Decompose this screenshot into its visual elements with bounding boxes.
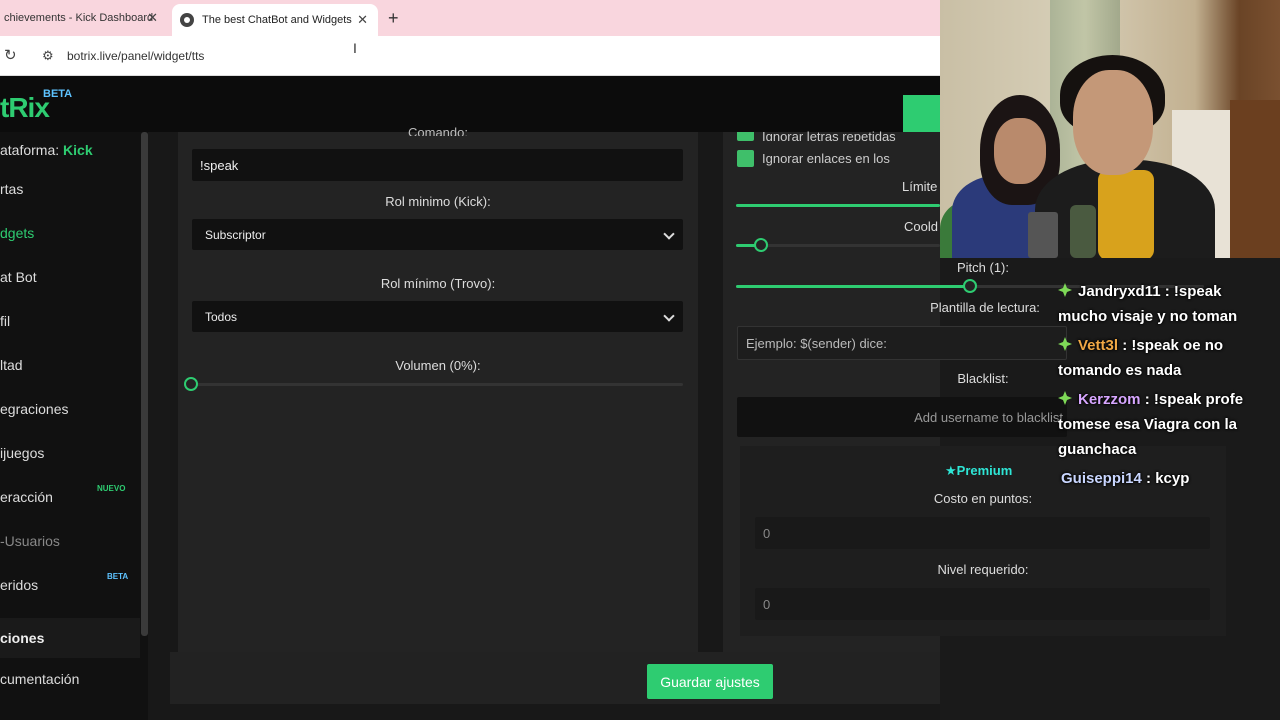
chat-username: Vett3l xyxy=(1078,337,1119,354)
blacklist-label: Blacklist: xyxy=(957,371,1009,386)
chat-message: Vett3l : !speak oe no xyxy=(1058,337,1223,354)
sidebar-item-widgets[interactable]: dgets xyxy=(0,225,34,241)
header-action-button[interactable] xyxy=(903,95,940,135)
tab-title: chievements - Kick Dashboard xyxy=(4,12,154,24)
cooldown-slider[interactable] xyxy=(736,238,940,252)
premium-heading: ★Premium xyxy=(945,463,1012,479)
sidebar-item-integraciones[interactable]: egraciones xyxy=(0,401,69,417)
limit-slider-fill xyxy=(736,204,940,207)
url-field[interactable]: botrix.live/panel/widget/tts xyxy=(67,49,204,63)
kick-role-select[interactable]: Subscriptor xyxy=(192,219,683,250)
kick-diamond-icon xyxy=(1058,337,1072,351)
botrix-favicon-icon xyxy=(180,13,194,27)
chat-username: Jandryxd11 xyxy=(1078,283,1161,300)
chat-message-cont: tomando es nada xyxy=(1058,362,1182,379)
logo[interactable]: tRix xyxy=(0,92,50,124)
sidebar-item-referidos[interactable]: eridos xyxy=(0,577,38,593)
chat-username: Kerzzom xyxy=(1078,391,1141,408)
close-icon[interactable]: ✕ xyxy=(147,10,158,26)
chat-message: Jandryxd11 : !speak xyxy=(1058,283,1221,300)
pitch-slider-fill xyxy=(736,285,970,288)
sidebar-item-moderacion[interactable]: eracción xyxy=(0,489,53,505)
star-icon: ★ xyxy=(945,463,957,478)
chat-message: Guiseppi14 : kcyp xyxy=(1061,470,1190,487)
text-cursor-icon: I xyxy=(353,40,357,56)
volume-label: Volumen (0%): xyxy=(395,358,481,373)
save-button[interactable]: Guardar ajustes xyxy=(647,664,773,699)
ignore-links-checkbox[interactable] xyxy=(737,150,754,167)
sidebar-item-minijuegos[interactable]: ijuegos xyxy=(0,445,44,461)
sidebar-section-opciones: ciones xyxy=(0,630,45,646)
premium-label: Premium xyxy=(956,463,1013,478)
tab-kick-dashboard[interactable]: chievements - Kick Dashboard ✕ xyxy=(0,0,170,36)
sidebar-item-perfil[interactable]: fil xyxy=(0,313,10,329)
limit-slider[interactable] xyxy=(736,204,940,207)
sidebar-item-chat-bot[interactable]: at Bot xyxy=(0,269,37,285)
sidebar-item-alertas[interactable]: rtas xyxy=(0,181,23,197)
chat-message-cont: guanchaca xyxy=(1058,441,1137,458)
plus-icon[interactable]: + xyxy=(388,8,399,29)
trovo-role-select[interactable]: Todos xyxy=(192,301,683,332)
platform-value: Kick xyxy=(63,142,93,158)
sidebar-item-usuarios[interactable]: -Usuarios xyxy=(0,533,60,549)
pitch-slider-thumb[interactable] xyxy=(963,279,977,293)
address-bar: ↻ ⚙ botrix.live/panel/widget/tts xyxy=(0,36,940,76)
template-label: Plantilla de lectura: xyxy=(930,300,1040,315)
level-input[interactable]: 0 xyxy=(755,588,1210,620)
chat-message-cont: tomese esa Viagra con la xyxy=(1058,416,1237,433)
ignore-repeated-label: Ignorar letras repetidas xyxy=(762,129,896,141)
cost-input[interactable]: 0 xyxy=(755,517,1210,549)
settings-panel-left xyxy=(178,132,698,652)
pitch-label: Pitch (1): xyxy=(956,260,1009,275)
webcam-overlay xyxy=(940,0,1280,258)
reload-icon[interactable]: ↻ xyxy=(4,46,17,64)
kick-role-value: Subscriptor xyxy=(205,227,266,242)
ignore-links-label: Ignorar enlaces en los xyxy=(762,151,890,166)
chevron-down-icon xyxy=(663,228,675,240)
cost-label: Costo en puntos: xyxy=(933,491,1033,506)
command-input[interactable]: !speak xyxy=(192,149,683,181)
volume-slider[interactable] xyxy=(184,377,683,391)
beta-badge: BETA xyxy=(107,572,129,581)
template-input[interactable]: Ejemplo: $(sender) dice: xyxy=(737,326,1067,360)
chevron-down-icon xyxy=(663,310,675,322)
chat-message-cont: mucho visaje y no toman xyxy=(1058,308,1238,325)
site-settings-icon[interactable]: ⚙ xyxy=(42,48,54,64)
beta-badge: BETA xyxy=(43,88,73,100)
sidebar-scrollbar[interactable] xyxy=(141,132,148,636)
new-badge: NUEVO xyxy=(97,484,126,493)
trovo-role-value: Todos xyxy=(205,309,238,324)
kick-role-label: Rol minimo (Kick): xyxy=(385,194,491,209)
app-header: tRix BETA xyxy=(0,76,940,135)
close-icon[interactable]: ✕ xyxy=(357,12,368,28)
sidebar-item-documentacion[interactable]: cumentación xyxy=(0,671,79,687)
level-label: Nivel requerido: xyxy=(937,562,1029,577)
chat-message: Kerzzom : !speak profe xyxy=(1058,391,1243,408)
browser-tab-bar: chievements - Kick Dashboard ✕ The best … xyxy=(0,0,940,36)
kick-diamond-icon xyxy=(1058,391,1072,405)
limit-label: Límite xyxy=(902,179,938,194)
sidebar-item-lealtad[interactable]: ltad xyxy=(0,357,23,373)
tab-botrix[interactable]: The best ChatBot and Widgets ✕ xyxy=(172,4,378,36)
trovo-role-label: Rol mínimo (Trovo): xyxy=(380,276,496,291)
ignore-repeated-checkbox[interactable] xyxy=(737,132,754,141)
kick-diamond-icon xyxy=(1058,283,1072,297)
footer-bar xyxy=(170,652,940,704)
tab-title: The best ChatBot and Widgets xyxy=(202,14,352,26)
volume-slider-thumb[interactable] xyxy=(184,377,198,391)
sidebar-platform: ataforma: Kick xyxy=(0,142,93,158)
cooldown-slider-thumb[interactable] xyxy=(754,238,768,252)
command-label: Comando: xyxy=(408,125,468,136)
blacklist-input[interactable]: Add username to blacklist xyxy=(737,397,1067,437)
cooldown-label: Coold xyxy=(904,219,938,234)
chat-username: Guiseppi14 xyxy=(1061,470,1142,487)
